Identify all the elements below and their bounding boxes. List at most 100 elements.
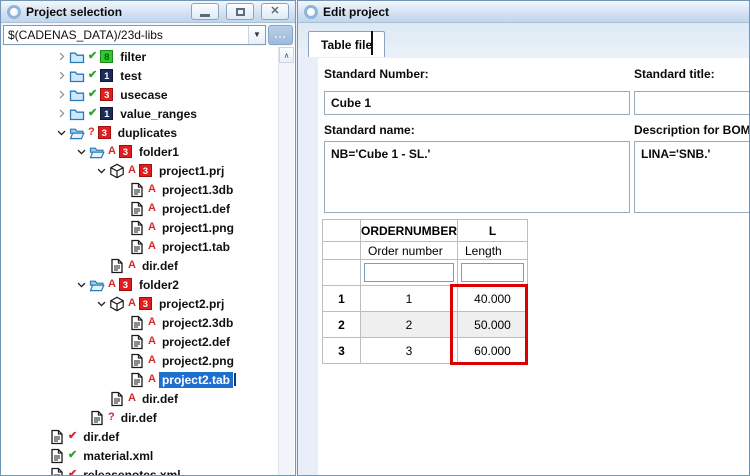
project-selection-titlebar[interactable]: Project selection ✕ — [1, 1, 295, 23]
description-bom-textarea[interactable]: LINA='SNB.' — [634, 141, 749, 213]
tree-item-value-ranges[interactable]: ✔ 1 value_ranges — [2, 104, 278, 123]
tree-item-dir-def[interactable]: Adir.def — [2, 389, 278, 408]
cell-length[interactable]: 40.000 — [457, 285, 528, 312]
tree-item-project2-def[interactable]: Aproject2.def — [2, 332, 278, 351]
tree-item-dir-def[interactable]: ✔ dir.def — [2, 427, 278, 446]
tree-item-releasenotes-xml[interactable]: ✔ releasenotes.xml — [2, 465, 278, 475]
tree-item-label: folder1 — [138, 144, 179, 159]
tree-item-folder1[interactable]: A 3 folder1 — [2, 142, 278, 161]
file-icon — [109, 391, 125, 407]
scroll-up-icon[interactable]: ∧ — [279, 47, 294, 63]
tree-item-dir-def[interactable]: ? dir.def — [2, 408, 278, 427]
tree-item-project2-prj[interactable]: A 3 project2.prj — [2, 294, 278, 313]
chevron-down-icon[interactable] — [54, 127, 69, 138]
tree-item-label: usecase — [120, 87, 168, 102]
cube-icon — [109, 163, 125, 179]
tree-item-test[interactable]: ✔ 1 test — [2, 66, 278, 85]
tree-item-dir-def[interactable]: Adir.def — [2, 256, 278, 275]
standard-title-input[interactable] — [634, 91, 749, 115]
chevron-down-icon[interactable] — [74, 279, 89, 290]
standard-name-label: Standard name: — [324, 123, 415, 137]
file-icon — [109, 258, 125, 274]
status-a-red-icon: A — [148, 354, 156, 366]
tree-item-project1-prj[interactable]: A 3 project1.prj — [2, 161, 278, 180]
count-badge: 3 — [138, 164, 152, 177]
filter-input-length[interactable] — [461, 263, 524, 282]
row-number-cell: 3 — [322, 337, 361, 364]
tree-item-label: project1.png — [161, 220, 234, 235]
tab-table-file[interactable]: Table file — [308, 31, 386, 57]
maximize-button[interactable] — [226, 3, 254, 20]
tree-item-label: project1.prj — [158, 163, 225, 178]
count-badge: 8 — [100, 50, 114, 63]
folder-closed-icon — [69, 68, 85, 84]
cell-length[interactable]: 60.000 — [457, 337, 528, 364]
status-check-green-icon: ✔ — [88, 69, 98, 81]
project-selection-window: Project selection ✕ $(CADENAS_DATA)/23d-… — [0, 0, 296, 476]
tree-item-project1-3db[interactable]: Aproject1.3db — [2, 180, 278, 199]
status-a-red-icon: A — [148, 221, 156, 233]
browse-button[interactable]: ... — [268, 24, 293, 45]
cell-ordernumber[interactable]: 3 — [360, 337, 458, 364]
app-logo-icon — [304, 4, 318, 19]
chevron-down-icon[interactable] — [94, 165, 109, 176]
tree-item-label: duplicates — [117, 125, 178, 140]
column-header-l: L — [457, 219, 528, 242]
status-a-red-icon: A — [148, 335, 156, 347]
tree-item-project2-tab[interactable]: Aproject2.tab — [2, 370, 278, 389]
tree-item-duplicates[interactable]: ? 3 duplicates — [2, 123, 278, 142]
tree-scrollbar[interactable]: ∧ — [278, 47, 294, 475]
folder-open-icon — [89, 277, 105, 293]
row-number-cell: 1 — [322, 285, 361, 312]
tree-item-usecase[interactable]: ✔ 3 usecase — [2, 85, 278, 104]
chevron-right-icon[interactable] — [54, 89, 69, 100]
library-path-combobox[interactable]: $(CADENAS_DATA)/23d-libs ▼ — [3, 24, 266, 45]
cell-length[interactable]: 50.000 — [457, 311, 528, 338]
tree-item-project2-png[interactable]: Aproject2.png — [2, 351, 278, 370]
status-question-red-icon: ? — [108, 411, 115, 423]
text-cursor — [371, 31, 373, 55]
minimize-icon — [200, 13, 210, 17]
tree-item-project1-png[interactable]: Aproject1.png — [2, 218, 278, 237]
project-selection-title: Project selection — [26, 4, 123, 19]
tree-item-label: material.xml — [83, 448, 154, 463]
cell-ordernumber[interactable]: 2 — [360, 311, 458, 338]
tree-item-project1-tab[interactable]: Aproject1.tab — [2, 237, 278, 256]
close-button[interactable]: ✕ — [261, 3, 289, 20]
minimize-button[interactable] — [191, 3, 219, 20]
chevron-down-icon[interactable] — [74, 146, 89, 157]
combobox-dropdown-icon[interactable]: ▼ — [248, 25, 265, 44]
standard-name-textarea[interactable]: NB='Cube 1 - SL.' — [324, 141, 630, 213]
edit-project-content: Standard Number: Standard title: Standar… — [298, 57, 749, 475]
tree-item-project1-def[interactable]: Aproject1.def — [2, 199, 278, 218]
edit-project-titlebar[interactable]: Edit project — [298, 1, 749, 23]
tree-item-folder2[interactable]: A 3 folder2 — [2, 275, 278, 294]
tabstrip: Table file — [298, 23, 749, 57]
folder-open-icon — [89, 144, 105, 160]
cell-ordernumber[interactable]: 1 — [360, 285, 458, 312]
status-a-red-icon: A — [128, 297, 136, 309]
status-a-red-icon: A — [128, 164, 136, 176]
file-icon — [129, 315, 145, 331]
chevron-right-icon[interactable] — [54, 108, 69, 119]
chevron-right-icon[interactable] — [54, 70, 69, 81]
chevron-right-icon[interactable] — [54, 51, 69, 62]
project-tree: ✔ 8 filter ✔ 1 test ✔ 3 usecase ✔ 1 value_ranges? 3 d… — [2, 47, 278, 475]
tree-item-material-xml[interactable]: ✔ material.xml — [2, 446, 278, 465]
chevron-down-icon[interactable] — [94, 298, 109, 309]
file-icon — [129, 201, 145, 217]
status-check-red-icon: ✔ — [68, 468, 78, 476]
status-check-green-icon: ✔ — [88, 88, 98, 100]
status-a-red-icon: A — [148, 373, 156, 385]
filter-input-ordernumber[interactable] — [364, 263, 454, 282]
parameter-table: ORDERNUMBER L Order number Length 1 1 40.000 2 2… — [322, 219, 528, 364]
status-a-red-icon: A — [128, 259, 136, 271]
status-a-red-icon: A — [128, 392, 136, 404]
tree-item-project2-3db[interactable]: Aproject2.3db — [2, 313, 278, 332]
tree-item-label: project1.3db — [161, 182, 234, 197]
tree-item-filter[interactable]: ✔ 8 filter — [2, 47, 278, 66]
folder-closed-icon — [69, 87, 85, 103]
tree-item-label: project2.png — [161, 353, 234, 368]
folder-open-icon — [69, 125, 85, 141]
standard-number-input[interactable] — [324, 91, 630, 115]
